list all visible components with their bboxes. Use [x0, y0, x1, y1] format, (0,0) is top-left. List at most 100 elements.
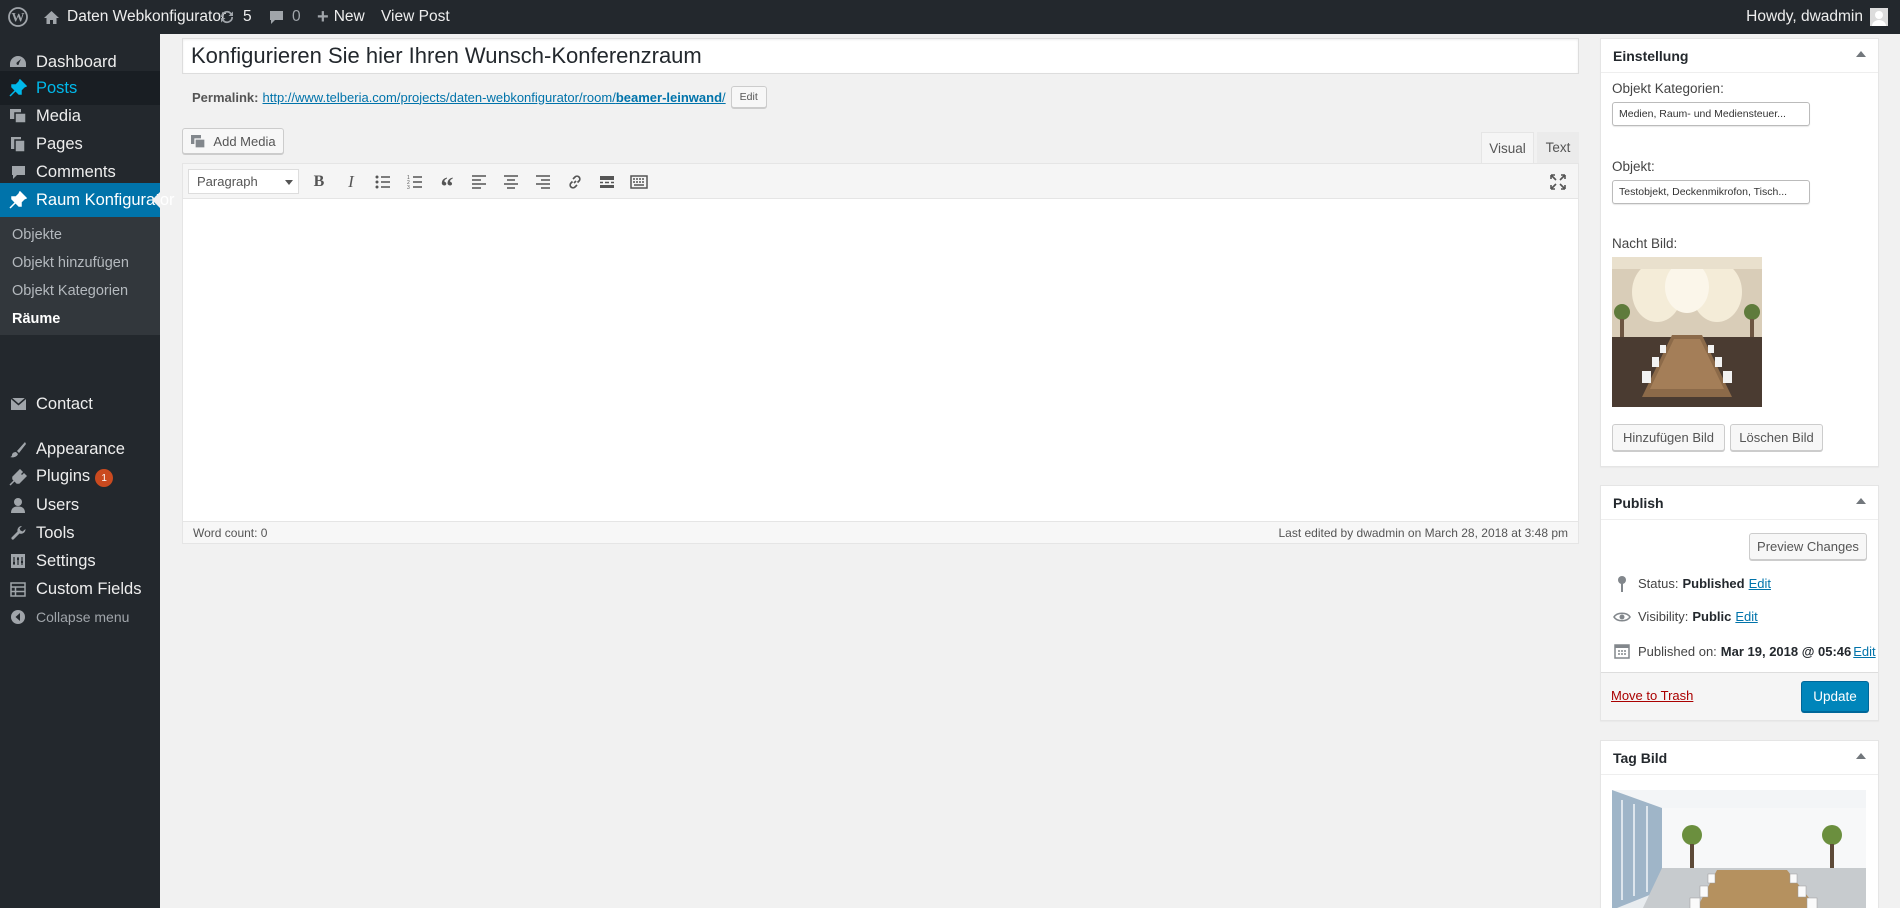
status-edit-link[interactable]: Edit: [1749, 576, 1771, 591]
editor-content-area[interactable]: [183, 199, 1578, 486]
account-menu[interactable]: Howdy, dwadmin: [1746, 0, 1888, 34]
pages-icon: [9, 136, 27, 153]
toolbar-toggle-button[interactable]: [627, 170, 651, 194]
format-select[interactable]: Paragraph: [188, 169, 299, 194]
sidebar-label-users: Users: [36, 495, 80, 514]
sidebar-item-raum-konfigurator[interactable]: Raum Konfigurator: [0, 183, 175, 217]
media-icon: [9, 108, 27, 124]
preview-changes-button[interactable]: Preview Changes: [1749, 533, 1867, 560]
read-more-button[interactable]: [595, 170, 619, 194]
visibility-edit-link[interactable]: Edit: [1735, 609, 1757, 624]
einstellung-box: Einstellung Objekt Kategorien: Medien, R…: [1600, 38, 1879, 467]
comments-link[interactable]: 0: [268, 0, 301, 34]
keyboard-icon: [630, 175, 648, 189]
einstellung-title: Einstellung: [1613, 47, 1689, 64]
einstellung-header[interactable]: Einstellung: [1601, 39, 1878, 73]
raum-konfigurator-submenu: Objekte Objekt hinzufügen Objekt Kategor…: [0, 217, 160, 335]
submenu-item-raeume[interactable]: Räume: [12, 311, 60, 327]
submenu-item-objekt-kategorien[interactable]: Objekt Kategorien: [12, 283, 128, 299]
editor-toolbar: Paragraph B I 123 “: [183, 164, 1578, 199]
nacht-bild-image: [1612, 257, 1762, 407]
format-select-value: Paragraph: [197, 174, 258, 189]
collapse-menu-button[interactable]: Collapse menu: [0, 600, 160, 634]
svg-text:3: 3: [407, 185, 410, 189]
collapse-toggle-icon[interactable]: [1856, 51, 1866, 57]
align-center-button[interactable]: [499, 170, 523, 194]
add-media-label: Add Media: [213, 133, 276, 149]
new-content-link[interactable]: + New: [317, 0, 365, 34]
fullscreen-button[interactable]: [1546, 170, 1570, 194]
status-row: Status: Published Edit: [1613, 575, 1771, 592]
tag-bild-image: [1612, 790, 1866, 908]
kategorien-select[interactable]: Medien, Raum- und Mediensteuer...: [1612, 102, 1810, 126]
align-left-icon: [472, 175, 486, 189]
permalink-label: Permalink:: [192, 89, 259, 105]
sidebar-label-tools: Tools: [36, 523, 75, 542]
plugins-update-badge: 1: [95, 469, 114, 488]
comments-count: 0: [292, 8, 301, 25]
add-image-button[interactable]: Hinzufügen Bild: [1612, 424, 1725, 451]
publish-actions: Move to Trash Update: [1601, 672, 1878, 720]
updates-link[interactable]: 5: [218, 0, 252, 34]
permalink-row: Permalink: http://www.telberia.com/proje…: [192, 86, 767, 108]
kategorien-label: Objekt Kategorien:: [1612, 81, 1724, 96]
published-value: Mar 19, 2018 @ 05:46: [1720, 643, 1852, 659]
move-to-trash-link[interactable]: Move to Trash: [1611, 688, 1693, 703]
published-label: Published on:: [1638, 643, 1717, 659]
howdy-text: Howdy, dwadmin: [1746, 8, 1863, 25]
quote-icon: “: [440, 171, 454, 201]
published-edit-link[interactable]: Edit: [1853, 644, 1875, 659]
align-left-button[interactable]: [467, 170, 491, 194]
sidebar-item-contact[interactable]: Contact: [0, 387, 160, 421]
blockquote-button[interactable]: “: [435, 170, 459, 201]
permalink-slug: beamer-leinwand: [615, 89, 723, 105]
italic-button[interactable]: I: [339, 170, 363, 194]
pin-icon: [9, 79, 27, 97]
comment-icon: [9, 164, 27, 180]
tab-text[interactable]: Text: [1537, 132, 1579, 163]
update-button[interactable]: Update: [1801, 681, 1869, 712]
last-edited: Last edited by dwadmin on March 28, 2018…: [1278, 526, 1568, 540]
calendar-icon: [1613, 643, 1631, 659]
tag-bild-title: Tag Bild: [1613, 749, 1668, 766]
site-name-link[interactable]: Daten Webkonfigurator: [43, 0, 226, 34]
add-media-button[interactable]: Add Media: [182, 128, 284, 154]
numbered-list-button[interactable]: 123: [403, 170, 427, 194]
plus-icon: +: [317, 5, 329, 28]
publish-header[interactable]: Publish: [1601, 486, 1878, 520]
word-count: Word count: 0: [193, 526, 268, 540]
sidebar-label-appearance: Appearance: [36, 439, 125, 458]
plugins-label-text: Plugins: [36, 466, 91, 485]
sidebar-label-settings: Settings: [36, 551, 96, 570]
refresh-icon: [218, 9, 236, 25]
collapse-toggle-icon[interactable]: [1856, 498, 1866, 504]
submenu-item-objekt-hinzufuegen[interactable]: Objekt hinzufügen: [12, 255, 129, 271]
visibility-row: Visibility: Public Edit: [1613, 609, 1758, 624]
bullet-list-button[interactable]: [371, 170, 395, 194]
link-icon: [569, 175, 581, 189]
collapse-toggle-icon[interactable]: [1856, 753, 1866, 759]
dashboard-icon: [9, 54, 27, 70]
objekt-select[interactable]: Testobjekt, Deckenmikrofon, Tisch...: [1612, 180, 1810, 204]
tab-visual[interactable]: Visual: [1481, 132, 1534, 163]
sidebar-label-pages: Pages: [36, 134, 83, 153]
permalink-link[interactable]: http://www.telberia.com/projects/daten-w…: [262, 90, 725, 105]
settings-icon: [9, 553, 27, 569]
delete-image-button[interactable]: Löschen Bild: [1730, 424, 1823, 451]
wordpress-logo-icon[interactable]: W: [8, 0, 28, 34]
read-more-icon: [600, 176, 614, 188]
submenu-item-objekte[interactable]: Objekte: [12, 227, 62, 243]
post-title-input[interactable]: [182, 38, 1579, 74]
tag-bild-header[interactable]: Tag Bild: [1601, 741, 1878, 775]
admin-bar: W Daten Webkonfigurator 5 0 + New View P…: [0, 0, 1900, 34]
bold-button[interactable]: B: [307, 170, 331, 194]
permalink-edit-button[interactable]: Edit: [730, 86, 767, 108]
view-post-link[interactable]: View Post: [381, 0, 450, 34]
bold-icon: B: [313, 173, 325, 190]
insert-link-button[interactable]: [563, 170, 587, 194]
sidebar-label-dashboard: Dashboard: [36, 52, 117, 71]
pin-icon: [9, 191, 27, 209]
numbered-list-icon: 123: [407, 175, 422, 189]
align-right-button[interactable]: [531, 170, 555, 194]
visibility-label: Visibility:: [1638, 609, 1689, 624]
